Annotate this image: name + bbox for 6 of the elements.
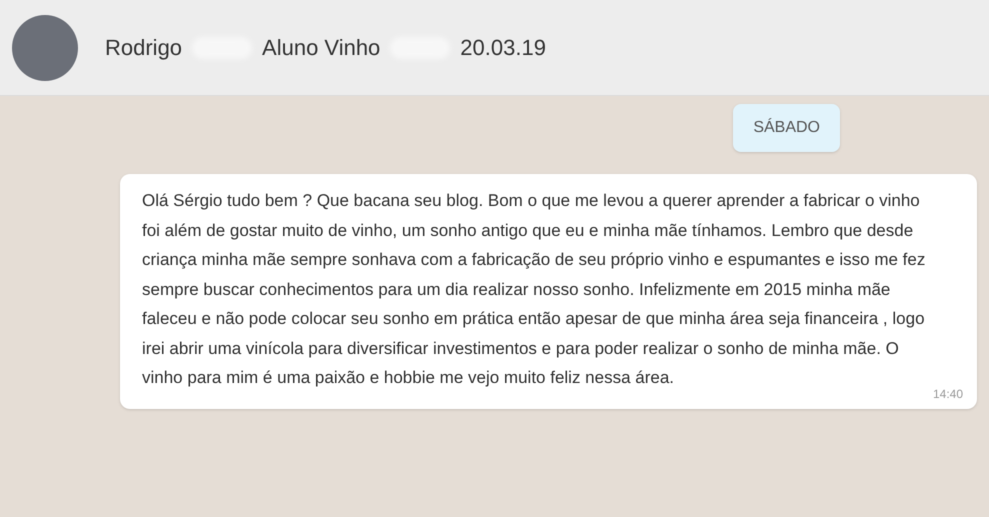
contact-name: Aluno Vinho	[262, 34, 380, 62]
contact-name: Rodrigo	[105, 34, 182, 62]
message-time: 14:40	[932, 386, 963, 402]
contact-name: 20.03.19	[460, 34, 546, 62]
message-text: Olá Sérgio tudo bem ? Que bacana seu blog. Bom o que me levou a querer aprender a fabricar o vinho foi além de gostar muito de vinho, um sonho antigo que eu e minha mãe tínhamos. Lembro que desde criança minha mãe sempre sonhava com a fabricação de seu próprio vinho e espumantes e isso me fez sempre buscar conhecimentos para um dia realizar nosso sonho. Infelizmente em 2015 minha mãe faleceu e não pode colocar seu sonho em prática então apesar de que minha área seja financeira , logo irei abrir uma vinícola para diversificar investimentos e para poder realizar o sonho de minha mãe. O vinho para mim é uma paixão e hobbie me vejo muito feliz nessa área.	[142, 190, 926, 389]
date-chip: SÁBADO	[733, 104, 840, 152]
